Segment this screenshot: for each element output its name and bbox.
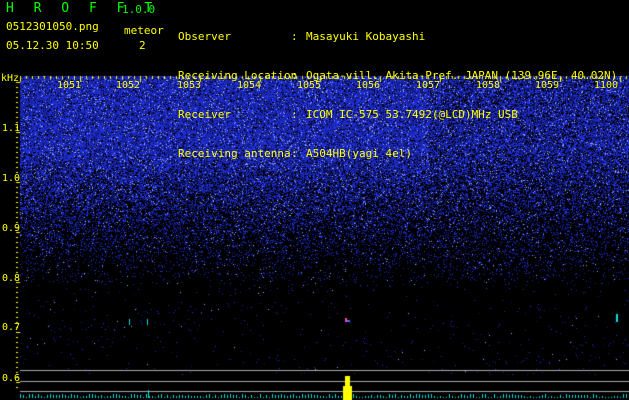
y-tick-label: 0.7 bbox=[2, 322, 21, 333]
image-filename: 0512301050.png bbox=[6, 20, 99, 33]
y-tick-label: 0.8 bbox=[2, 273, 21, 284]
x-tick-label: 1053 bbox=[177, 80, 202, 91]
y-tick-label: 1.1 bbox=[2, 123, 21, 134]
y-tick-label: 1.0 bbox=[2, 173, 21, 184]
info-row-receiver: Receiver: ICOM IC-575 53.7492(@LCD)MHz US… bbox=[178, 108, 518, 121]
x-tick-label: 1058 bbox=[476, 80, 501, 91]
x-tick-label: 1100 bbox=[594, 80, 619, 91]
info-row-antenna: Receiving antenna: A504HB(yagi 4el) bbox=[178, 147, 412, 160]
x-tick-label: 1054 bbox=[237, 80, 262, 91]
y-tick-label: 0.6 bbox=[2, 373, 21, 384]
y-tick-label: 0.9 bbox=[2, 223, 21, 234]
capture-datetime: 05.12.30 10:50 bbox=[6, 39, 99, 52]
x-tick-label: 1055 bbox=[297, 80, 322, 91]
info-row-observer: Observer: Masayuki Kobayashi bbox=[178, 30, 426, 43]
y-axis-unit: kHz bbox=[1, 73, 20, 84]
x-tick-label: 1057 bbox=[416, 80, 441, 91]
app-version: 1.0.0 bbox=[122, 3, 156, 16]
x-tick-label: 1051 bbox=[57, 80, 82, 91]
x-tick-label: 1059 bbox=[535, 80, 560, 91]
meteor-count: 2 bbox=[139, 39, 146, 52]
x-tick-label: 1052 bbox=[116, 80, 141, 91]
x-tick-label: 1056 bbox=[356, 80, 381, 91]
meteor-label: meteor bbox=[124, 24, 164, 37]
